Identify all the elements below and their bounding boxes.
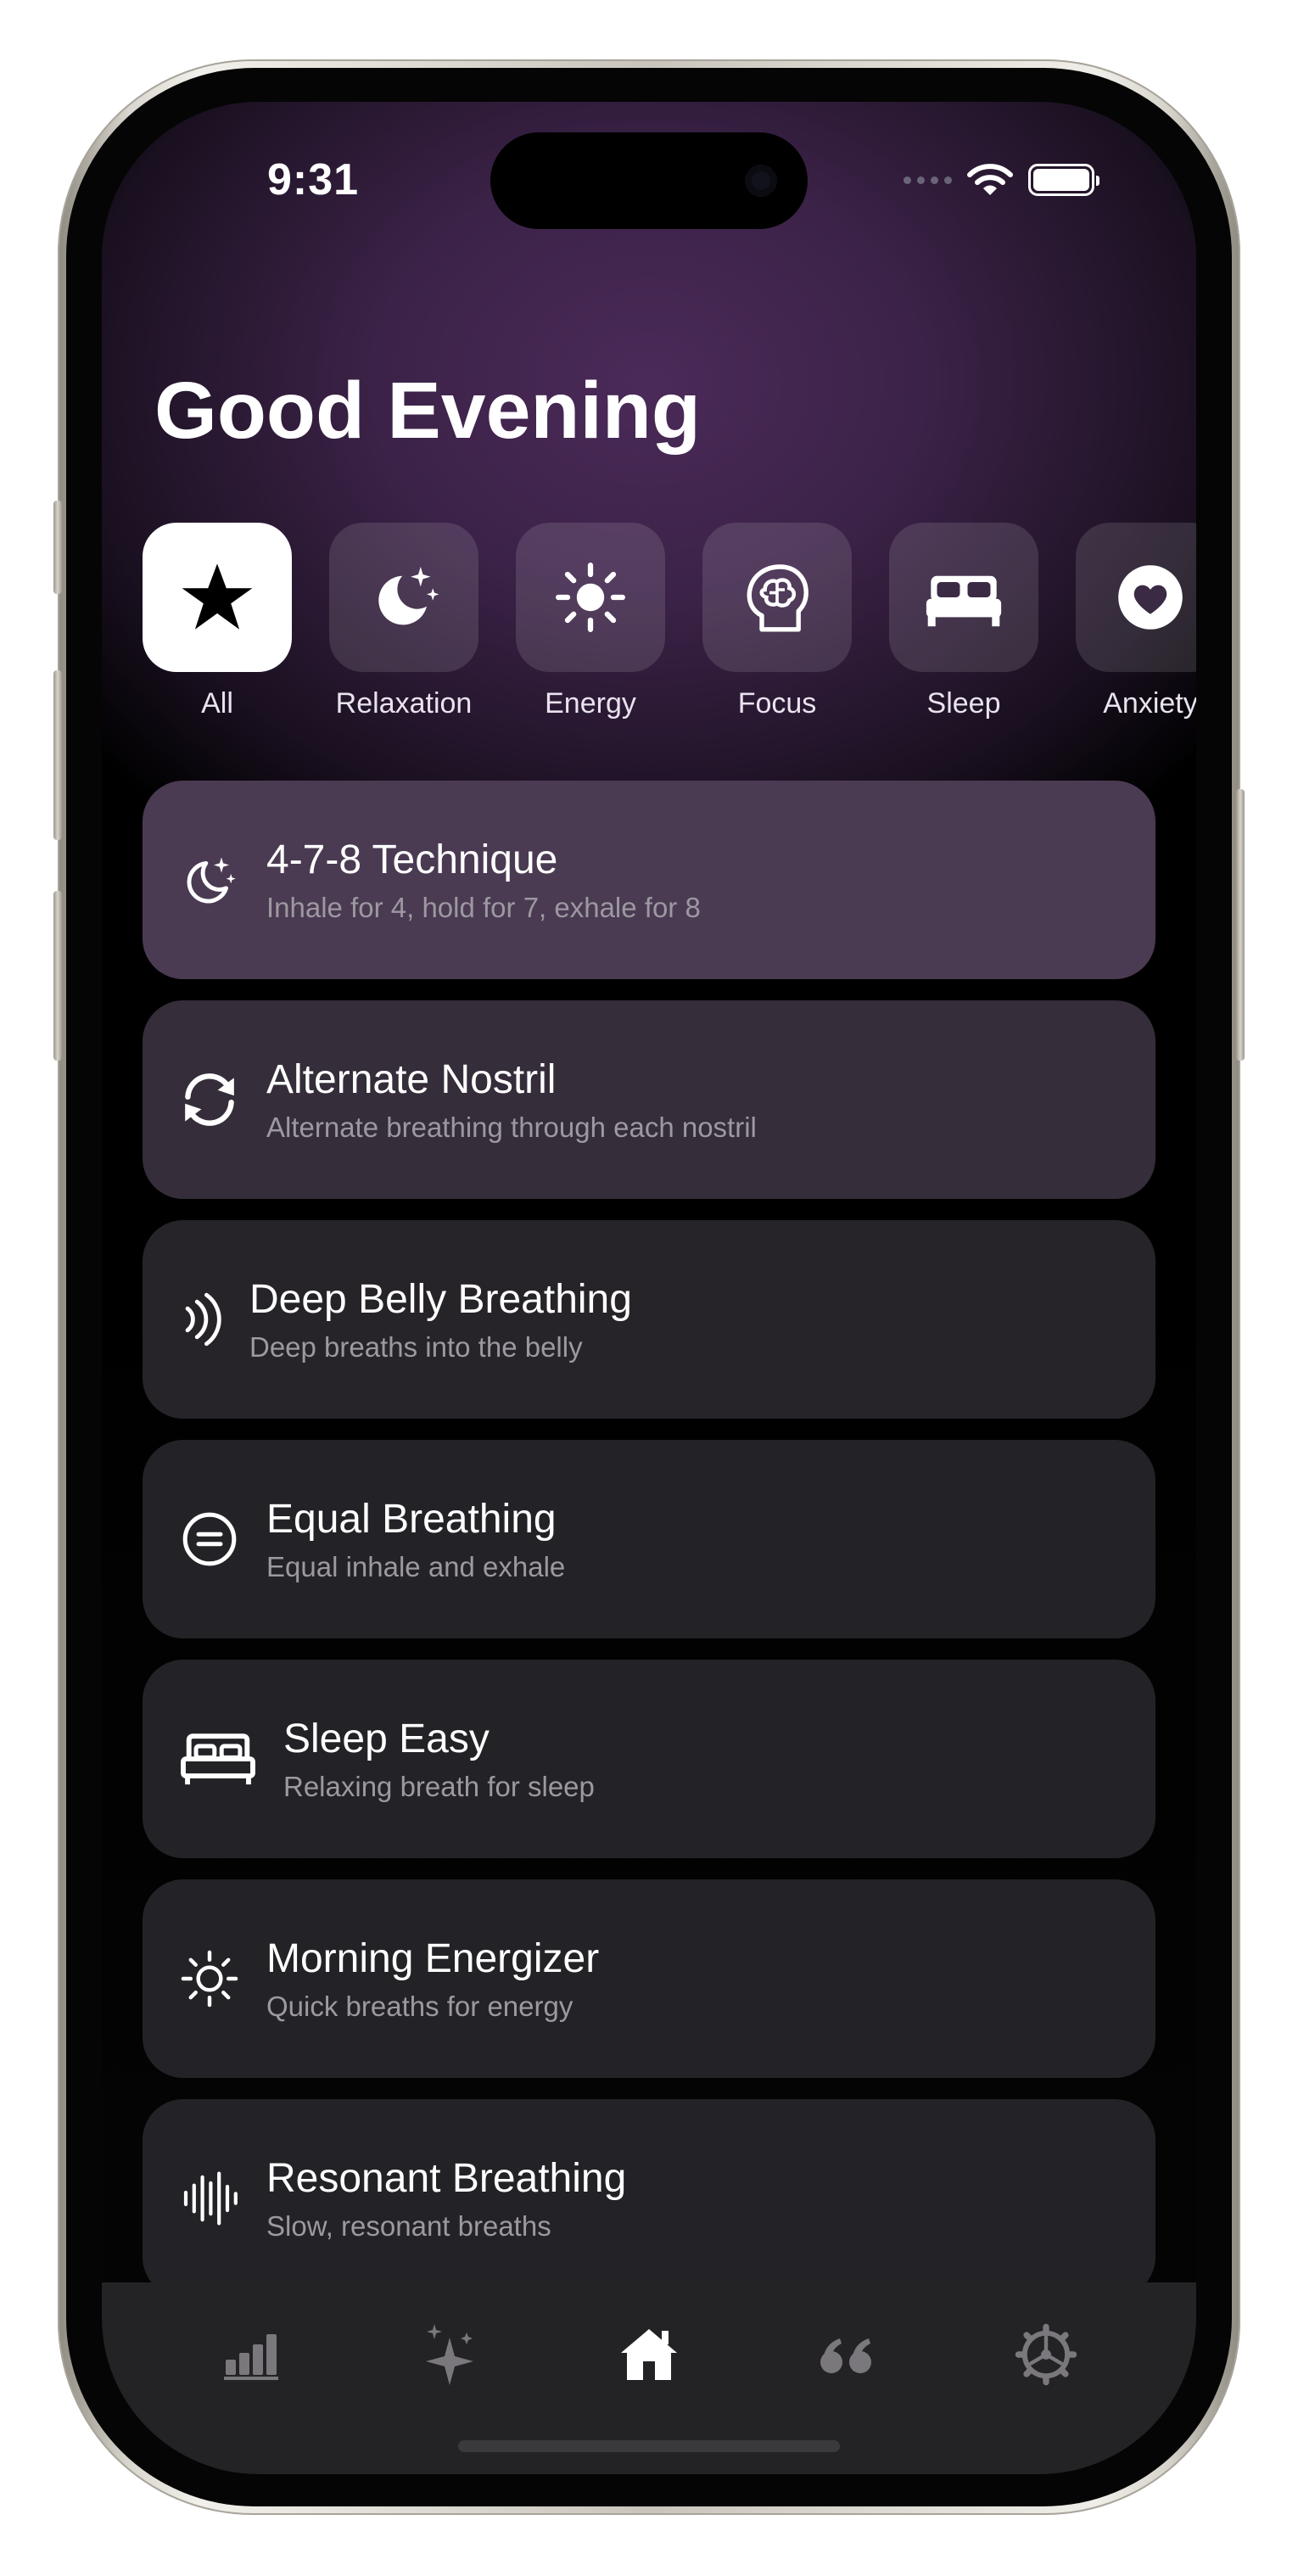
exercise-title: 4-7-8 Technique — [266, 837, 558, 882]
exercise-subtitle: Slow, resonant breaths — [266, 2209, 551, 2242]
category-all[interactable]: All — [143, 523, 292, 720]
exercise-title: Sleep Easy — [283, 1716, 490, 1761]
sun-icon — [556, 563, 625, 632]
category-label: Anxiety — [1103, 687, 1196, 720]
tab-home[interactable] — [607, 2316, 691, 2393]
settings-gear-icon — [1015, 2323, 1077, 2386]
exercise-subtitle: Equal inhale and exhale — [266, 1550, 566, 1582]
volume-down-button — [53, 891, 62, 1061]
exercise-list: 4-7-8 Technique Inhale for 4, hold for 7… — [143, 781, 1155, 2319]
exercise-card-4-7-8[interactable]: 4-7-8 Technique Inhale for 4, hold for 7… — [143, 781, 1155, 979]
home-icon — [621, 2329, 677, 2380]
category-tile — [1076, 523, 1196, 672]
home-indicator — [458, 2440, 840, 2452]
equal-circle-icon — [182, 1512, 237, 1566]
exercise-title: Deep Belly Breathing — [249, 1276, 632, 1322]
exercise-title: Equal Breathing — [266, 1496, 557, 1542]
category-label: Energy — [545, 687, 636, 720]
cycle-arrows-icon — [185, 1073, 234, 1126]
category-relaxation[interactable]: Relaxation — [329, 523, 478, 720]
action-button — [53, 501, 62, 594]
sparkles-icon — [426, 2324, 473, 2385]
app-screen: 9:31 Good Evening All Relaxation Energy … — [102, 102, 1196, 2474]
exercise-subtitle: Relaxing breath for sleep — [283, 1770, 595, 1802]
exercise-title: Resonant Breathing — [266, 2155, 627, 2201]
category-focus[interactable]: Focus — [702, 523, 852, 720]
exercise-subtitle: Inhale for 4, hold for 7, exhale for 8 — [266, 891, 701, 923]
category-tile — [143, 523, 292, 672]
exercise-card-morning-energizer[interactable]: Morning Energizer Quick breaths for ener… — [143, 1879, 1155, 2078]
category-label: Focus — [737, 687, 817, 720]
battery-icon — [1028, 164, 1099, 196]
heart-icon — [1118, 565, 1183, 630]
camera — [745, 165, 777, 197]
category-anxiety[interactable]: Anxiety — [1076, 523, 1196, 720]
waveform-icon — [183, 2171, 238, 2226]
exercise-card-resonant-breathing[interactable]: Resonant Breathing Slow, resonant breath… — [143, 2099, 1155, 2298]
exercise-card-alternate-nostril[interactable]: Alternate Nostril Alternate breathing th… — [143, 1000, 1155, 1199]
star-icon — [182, 563, 253, 630]
sun-icon — [181, 1950, 238, 2008]
category-sleep[interactable]: Sleep — [889, 523, 1038, 720]
category-label: Relaxation — [335, 687, 473, 720]
tab-stats[interactable] — [210, 2316, 294, 2393]
exercise-card-deep-belly[interactable]: Deep Belly Breathing Deep breaths into t… — [143, 1220, 1155, 1419]
exercise-card-sleep-easy[interactable]: Sleep Easy Relaxing breath for sleep — [143, 1660, 1155, 1858]
power-button — [1236, 789, 1245, 1061]
category-tile — [889, 523, 1038, 672]
exercise-title: Morning Energizer — [266, 1935, 600, 1981]
exercise-subtitle: Quick breaths for energy — [266, 1990, 573, 2022]
page-title: Good Evening — [154, 366, 701, 456]
exercise-subtitle: Alternate breathing through each nostril — [266, 1111, 757, 1143]
dynamic-island — [490, 132, 808, 229]
category-tile — [516, 523, 665, 672]
category-energy[interactable]: Energy — [516, 523, 665, 720]
tab-settings[interactable] — [1004, 2316, 1088, 2393]
category-label: All — [201, 687, 233, 720]
tab-discover[interactable] — [408, 2316, 493, 2393]
volume-up-button — [53, 670, 62, 840]
exercise-subtitle: Deep breaths into the belly — [249, 1330, 583, 1363]
category-tile — [329, 523, 478, 672]
quote-icon — [820, 2338, 871, 2373]
category-row: All Relaxation Energy Focus Sleep Anxiet… — [143, 523, 1196, 720]
category-tile — [702, 523, 852, 672]
moon-stars-icon — [187, 857, 236, 904]
brain-icon — [747, 564, 808, 632]
wave-icon — [185, 1292, 221, 1347]
chart-bars-icon — [224, 2334, 278, 2380]
tab-bar — [102, 2282, 1196, 2474]
exercise-title: Alternate Nostril — [266, 1056, 557, 1102]
signal-icon — [904, 176, 952, 184]
tab-quotes[interactable] — [805, 2316, 890, 2393]
bed-icon — [926, 575, 1002, 627]
status-icons — [904, 163, 1099, 197]
bed-icon — [181, 1733, 255, 1785]
status-time: 9:31 — [267, 155, 360, 204]
moon-stars-icon — [378, 567, 439, 625]
category-label: Sleep — [926, 687, 1001, 720]
wifi-icon — [967, 164, 1013, 195]
exercise-card-equal-breathing[interactable]: Equal Breathing Equal inhale and exhale — [143, 1440, 1155, 1638]
